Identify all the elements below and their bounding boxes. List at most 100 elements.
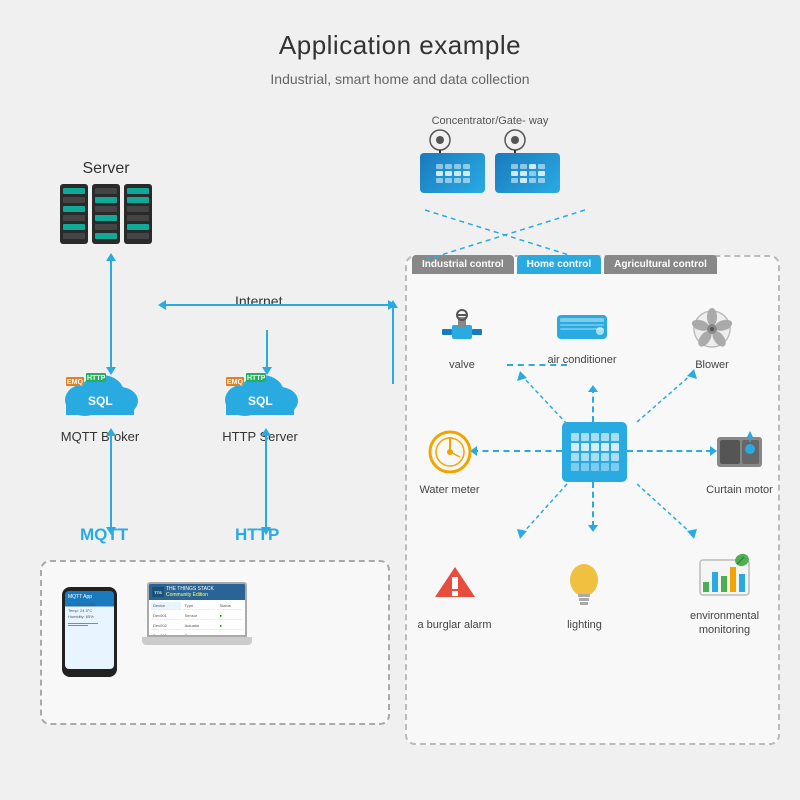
server-icon xyxy=(60,184,152,244)
v-arrow-conc-http xyxy=(266,330,268,370)
laptop-table: DeviceTypeStatus Dev001Sensor● Dev002Act… xyxy=(149,600,245,637)
arrowhead-up-mqtt xyxy=(106,428,116,436)
laptop-container: TTS THE THINGS STACKCommunity Edition De… xyxy=(142,582,252,652)
gw-device-body-1 xyxy=(420,153,485,193)
env-monitoring-label: environmentalmonitoring xyxy=(682,609,767,638)
burglar-icon xyxy=(430,562,480,612)
http-protocol-label: HTTP xyxy=(235,525,279,545)
page: Application example Industrial, smart ho… xyxy=(0,0,800,800)
valve-label: valve xyxy=(427,359,497,371)
server-rack-2 xyxy=(92,184,120,244)
phone-screen: MQTT App ID: 1234567890 Temp: 24.5°C Hum… xyxy=(65,591,114,669)
dash-arrow-left xyxy=(472,450,562,452)
svg-text:EMQ: EMQ xyxy=(67,379,84,386)
page-title: Application example xyxy=(0,0,800,61)
device-blower: Blower xyxy=(677,307,747,371)
mqtt-broker-label: MQTT Broker xyxy=(60,429,140,444)
diag-tl-svg xyxy=(507,366,577,431)
http-cloud-svg: EMQ HTTP SQL xyxy=(220,365,300,420)
arrowhead-up-gw xyxy=(388,300,398,308)
arrowhead-up-chip xyxy=(588,385,598,392)
arrowhead-down-http xyxy=(261,527,271,535)
dash-arrow-up xyxy=(592,387,594,422)
device-curtain-motor: Curtain motor xyxy=(702,427,777,496)
v-arrow-mqtt-down xyxy=(110,430,112,530)
gw-devices-container xyxy=(405,140,575,201)
crossing-lines-svg xyxy=(415,205,595,265)
dash-arrow-right xyxy=(627,450,712,452)
server-label: Server xyxy=(60,160,152,178)
lighting-icon xyxy=(562,562,607,612)
device-burglar: a burglar alarm xyxy=(417,562,492,631)
http-server-block: EMQ HTTP SQL HTTP Server xyxy=(220,365,300,444)
concentrator-label: Concentrator/Gate- way xyxy=(410,115,570,127)
chip-grid xyxy=(571,433,619,471)
svg-text:HTTP: HTTP xyxy=(87,375,106,382)
burglar-label: a burglar alarm xyxy=(417,619,492,631)
curtain-motor-label: Curtain motor xyxy=(702,484,777,496)
mqtt-cloud-shape: EMQ HTTP SQL xyxy=(60,365,140,425)
arrowhead-down-server-mqtt xyxy=(106,367,116,375)
diag-tr-svg xyxy=(627,364,707,429)
water-meter-label: Water meter xyxy=(417,484,482,496)
curtain-motor-icon xyxy=(712,427,767,477)
arrowhead-left-internet xyxy=(158,300,166,310)
laptop-title: THE THINGS STACKCommunity Edition xyxy=(166,586,214,598)
dash-arrow-down xyxy=(592,482,594,527)
gw-chip-grid-2 xyxy=(511,164,545,183)
device-lighting: lighting xyxy=(552,562,617,631)
laptop-logo: TTS xyxy=(152,587,164,597)
diagram: Server xyxy=(30,110,770,770)
v-arrow-http-down xyxy=(265,430,267,530)
device-valve: valve xyxy=(427,307,497,371)
server-rack-1 xyxy=(60,184,88,244)
env-monitoring-icon xyxy=(697,552,752,602)
phone-shape: MQTT App ID: 1234567890 Temp: 24.5°C Hum… xyxy=(62,587,117,677)
devices-dashed-box: MQTT App ID: 1234567890 Temp: 24.5°C Hum… xyxy=(40,560,390,725)
mqtt-cloud-svg: EMQ HTTP SQL xyxy=(60,365,140,420)
laptop-base xyxy=(142,637,252,645)
arrowhead-up-http xyxy=(261,428,271,436)
crossing-lines-container xyxy=(415,205,595,265)
blower-icon xyxy=(687,307,737,352)
gw-device-2 xyxy=(495,148,560,193)
right-panel: Industrial control Home control Agricult… xyxy=(405,255,780,745)
device-env-monitoring: environmentalmonitoring xyxy=(682,552,767,638)
phone-container: MQTT App ID: 1234567890 Temp: 24.5°C Hum… xyxy=(62,587,117,677)
tab-agricultural[interactable]: Agricultural control xyxy=(604,255,717,274)
lighting-label: lighting xyxy=(552,619,617,631)
arrowhead-down-mqtt xyxy=(106,527,116,535)
arrowhead-down-conc-http xyxy=(262,367,272,375)
laptop-screen: TTS THE THINGS STACKCommunity Edition De… xyxy=(147,582,247,637)
diag-br-svg xyxy=(627,479,707,544)
svg-text:EMQ: EMQ xyxy=(227,379,244,386)
phone-screen-content: MQTT App ID: 1234567890 Temp: 24.5°C Hum… xyxy=(65,591,114,669)
laptop-header: TTS THE THINGS STACKCommunity Edition xyxy=(149,584,245,600)
laptop-screen-content: TTS THE THINGS STACKCommunity Edition De… xyxy=(149,584,245,635)
mqtt-broker-block: EMQ HTTP SQL MQTT Broker xyxy=(60,365,140,444)
center-chip xyxy=(562,422,627,482)
arrowhead-down-chip xyxy=(588,525,598,532)
gw-devices-row xyxy=(405,140,575,201)
http-server-label: HTTP Server xyxy=(220,429,300,444)
gw-chip-grid-1 xyxy=(436,164,470,183)
page-subtitle: Industrial, smart home and data collecti… xyxy=(0,71,800,87)
water-meter-icon xyxy=(425,427,475,477)
diag-bl-svg xyxy=(507,479,577,544)
gw-device-body-2 xyxy=(495,153,560,193)
internet-label: Internet xyxy=(235,293,282,309)
diag-tl xyxy=(507,364,567,424)
svg-text:SQL: SQL xyxy=(88,394,113,408)
arrowhead-up-server-mqtt xyxy=(106,253,116,261)
http-cloud-shape: EMQ HTTP SQL xyxy=(220,365,300,425)
server-rack-3 xyxy=(124,184,152,244)
device-water-meter: Water meter xyxy=(417,427,482,496)
device-ac: air conditioner xyxy=(542,307,622,366)
ac-icon xyxy=(552,307,612,347)
gw-device-1 xyxy=(420,148,485,193)
mqtt-protocol-label: MQTT xyxy=(80,525,128,545)
internet-arrow-line xyxy=(160,304,390,306)
valve-icon xyxy=(437,307,487,352)
laptop-shape: TTS THE THINGS STACKCommunity Edition De… xyxy=(142,582,252,652)
svg-text:SQL: SQL xyxy=(248,394,273,408)
